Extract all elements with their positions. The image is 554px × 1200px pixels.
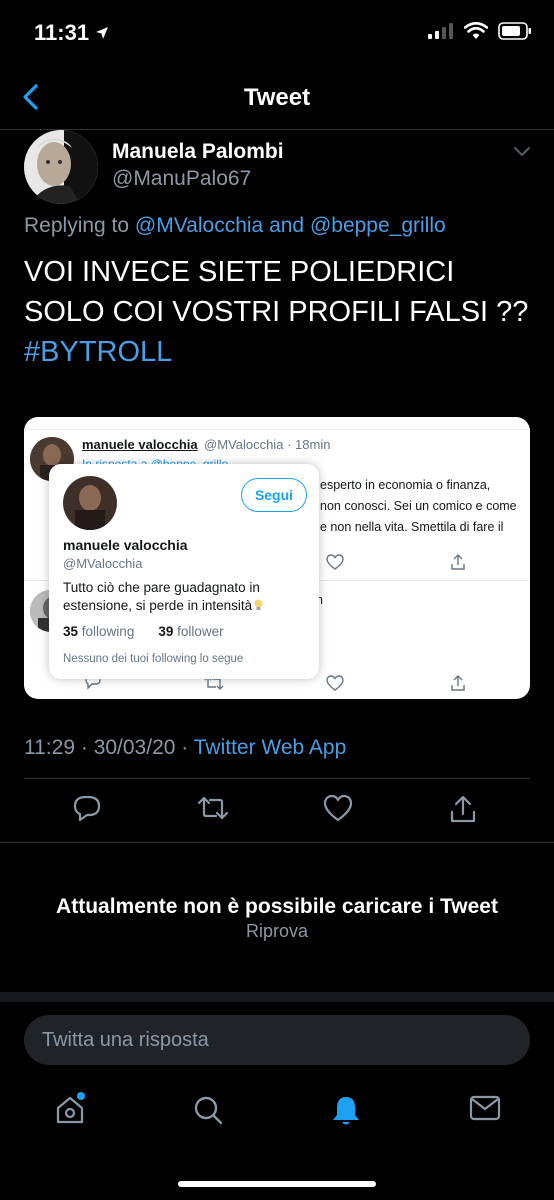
replying-to: Replying to @MValocchia and @beppe_grill… [24,214,446,238]
following-label: following [81,624,135,639]
card-bio-line: Tutto ciò che pare guadagnato in [63,580,260,595]
compose-placeholder: Twitta una risposta [42,1029,209,1051]
tweet-text-line: VOI INVECE SIETE POLIEDRICI [24,256,455,288]
share-button[interactable] [449,794,477,829]
location-arrow-icon [96,27,109,39]
status-indicators [428,22,532,40]
card-bio: Tutto ciò che pare guadagnato in estensi… [63,579,303,615]
retweet-icon [197,796,229,820]
search-icon [194,1096,223,1125]
screenshot-body-line: esperto in economia o finanza, [320,478,491,492]
avatar-photo [63,476,117,530]
tweet-text: VOI INVECE SIETE POLIEDRICI SOLO COI VOS… [24,252,534,372]
error-message: Attualmente non è possibile caricare i T… [56,895,498,918]
following-stat: 35 following [63,624,134,639]
home-indicator[interactable] [178,1181,376,1187]
tweet-text-line: SOLO COI VOSTRI PROFILI FALSI ?? [24,296,529,328]
hashtag-link[interactable]: #BYTROLL [24,332,534,372]
tab-bar [0,1080,554,1150]
home-unread-dot [77,1092,85,1100]
compose-separator [0,992,554,1002]
reply-icon [73,795,101,822]
screenshot-body-line: non conosci. Sei un comico e come [320,499,517,513]
reply-button[interactable] [72,794,102,827]
tweet-source-link[interactable]: Twitter Web App [194,736,347,759]
nav-bar: Tweet [0,64,554,130]
messages-envelope-icon [469,1095,501,1121]
author-name[interactable]: Manuela Palombi [112,140,284,164]
follow-button: Segui [241,478,307,512]
like-button[interactable] [323,794,353,827]
divider [24,429,530,430]
mutual-note: Nessuno dei tuoi following lo segue [63,653,244,665]
screenshot-tweet-meta: @MValocchia · 18min [204,437,330,452]
reply-handle-link[interactable]: @beppe_grillo [310,214,446,237]
tab-notifications[interactable] [330,1094,362,1133]
tweet-date: 30/03/20 [93,736,176,759]
follower-stat: 39 follower [158,624,223,639]
author-avatar[interactable] [24,130,98,204]
card-bio-line-2: estensione, si perde in intensità [63,597,303,615]
notifications-bell-icon [333,1097,359,1125]
reply-compose-input[interactable]: Twitta una risposta [24,1015,530,1065]
follower-count: 39 [158,624,174,639]
chevron-down-icon [514,147,530,157]
screenshot-tweet-age: 18min [295,437,331,452]
screenshot-tweet-body: esperto in economia o finanza, non conos… [320,475,526,538]
lightbulb-icon [254,598,263,610]
like-icon [326,675,344,691]
reply-handle-link[interactable]: @MValocchia [135,214,263,237]
page-title: Tweet [243,84,311,111]
screenshot-tweet-name: manuele valocchia [82,437,198,452]
retweet-button[interactable] [196,794,230,827]
share-icon [451,675,465,691]
retry-button[interactable]: Riprova [0,921,554,942]
tweet-menu-button[interactable] [512,144,532,163]
replying-prefix: Replying to [24,214,130,237]
wifi-icon [464,22,488,39]
share-icon [450,795,476,823]
divider [24,778,530,779]
author-photo [24,130,98,204]
tweet-time: 11:29 [24,736,75,759]
meta-separator: · [181,736,189,759]
signal-icon [428,23,453,39]
tweet-meta: 11:29 · 30/03/20 · Twitter Web App [24,736,346,760]
follower-label: follower [177,624,224,639]
status-time-text: 11:31 [34,20,90,45]
card-stats: 35 following 39 follower [63,624,224,639]
tweet-actions [0,790,554,834]
divider [0,842,554,843]
status-time: 11:31 [34,20,109,46]
screenshot-body-line: e non nella vita. Smettila di fare il [320,520,504,534]
heart-icon [323,794,353,822]
tab-search[interactable] [192,1094,224,1131]
status-bar: 11:31 [0,0,554,64]
battery-icon [498,22,531,40]
card-handle: @MValocchia [63,556,143,571]
card-bio-line: estensione, si perde in intensità [63,598,253,613]
card-name: manuele valocchia [63,537,188,553]
reply-and: and [269,214,305,237]
tab-messages[interactable] [469,1094,501,1127]
author-handle[interactable]: @ManuPalo67 [112,167,251,191]
tweet-image[interactable]: manuele valocchia @MValocchia · 18min In… [24,417,530,699]
avatar [63,476,117,530]
meta-separator: · [80,736,88,759]
screenshot-tweet-handle: @MValocchia [204,437,284,452]
following-count: 35 [63,624,79,639]
screenshot-separator: · [287,437,292,452]
like-icon [326,554,344,570]
share-icon [451,554,465,570]
profile-hover-card: Segui manuele valocchia @MValocchia Tutt… [49,464,319,679]
